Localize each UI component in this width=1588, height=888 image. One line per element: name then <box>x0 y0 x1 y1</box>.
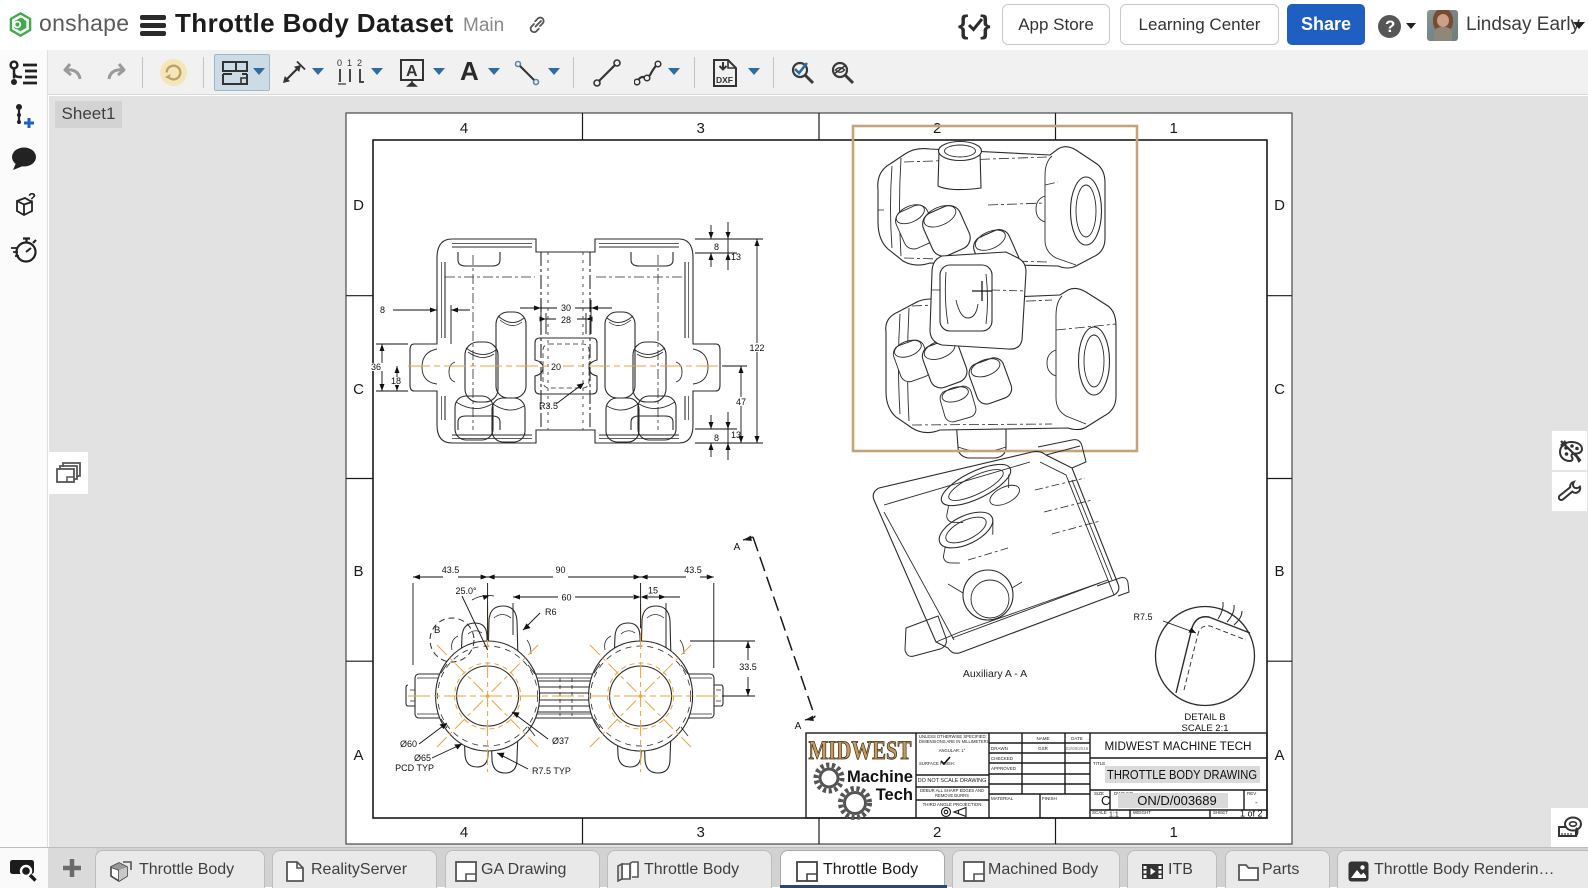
svg-text:1: 1 <box>347 58 352 68</box>
svg-text:0: 0 <box>337 58 342 68</box>
svg-text:A: A <box>406 63 418 80</box>
svg-text:DXF: DXF <box>716 75 733 85</box>
svg-text:{: { <box>958 10 969 40</box>
svg-text:?: ? <box>28 191 36 205</box>
svg-text:2: 2 <box>357 58 362 68</box>
svg-text:}: } <box>980 10 991 40</box>
